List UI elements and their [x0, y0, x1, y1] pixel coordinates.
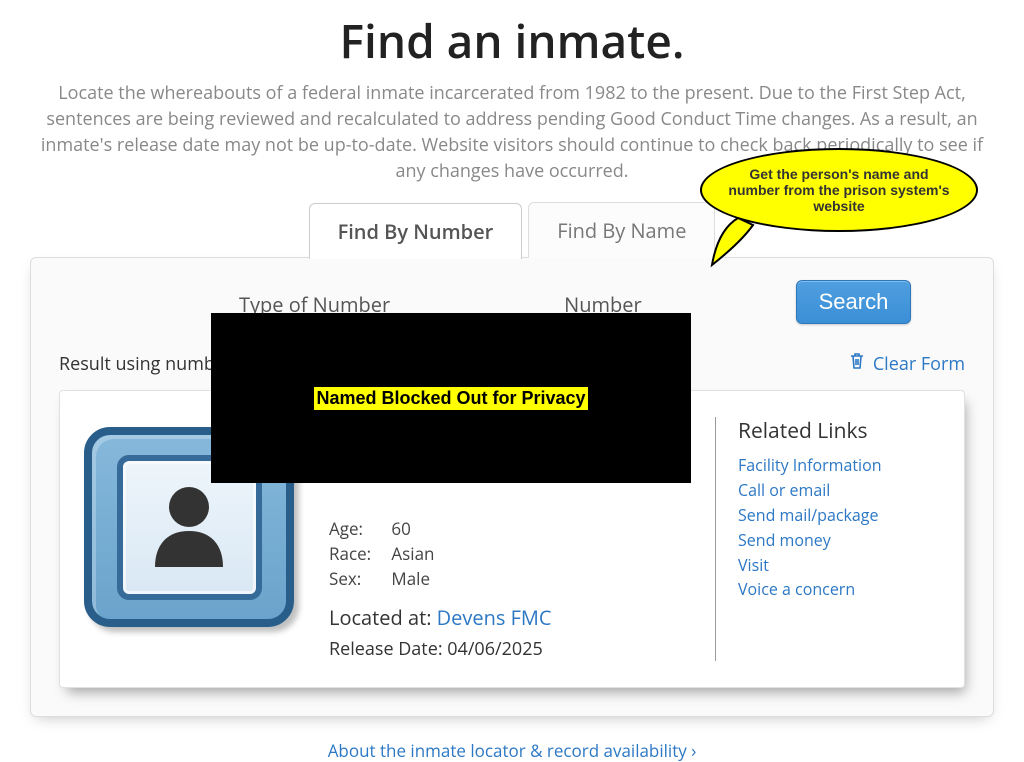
about-locator-link[interactable]: About the inmate locator & record availa…: [30, 739, 994, 762]
tab-find-by-name[interactable]: Find By Name: [528, 202, 715, 258]
sex-label: Sex:: [329, 567, 387, 590]
person-icon: [139, 475, 239, 580]
release-label: Release Date:: [329, 637, 447, 661]
related-links: Related Links Facility Information Call …: [715, 417, 940, 661]
sex-value: Male: [391, 567, 430, 590]
race-row: Race: Asian: [329, 542, 695, 565]
facility-link[interactable]: Devens FMC: [437, 604, 552, 631]
clear-form-button[interactable]: Clear Form: [849, 352, 965, 376]
race-label: Race:: [329, 542, 387, 565]
race-value: Asian: [391, 542, 434, 565]
search-button[interactable]: Search: [796, 280, 912, 324]
link-send-money[interactable]: Send money: [738, 528, 940, 553]
redaction-label: Named Blocked Out for Privacy: [314, 387, 587, 410]
redaction-overlay: Named Blocked Out for Privacy: [211, 313, 691, 483]
annotation-tail: [708, 210, 768, 275]
link-call-email[interactable]: Call or email: [738, 478, 940, 503]
link-send-mail[interactable]: Send mail/package: [738, 503, 940, 528]
trash-icon: [849, 352, 865, 376]
search-panel: Named Blocked Out for Privacy Type of Nu…: [30, 257, 994, 717]
release-value: 04/06/2025: [447, 637, 543, 661]
age-value: 60: [391, 517, 410, 540]
clear-form-label: Clear Form: [873, 352, 965, 376]
age-row: Age: 60: [329, 517, 695, 540]
result-heading: Result using number: [59, 352, 232, 376]
tab-find-by-number[interactable]: Find By Number: [309, 203, 523, 259]
age-label: Age:: [329, 517, 387, 540]
release-date: Release Date: 04/06/2025: [329, 637, 695, 661]
page-title: Find an inmate.: [30, 10, 994, 72]
sex-row: Sex: Male: [329, 567, 695, 590]
annotation-callout: Get the person's name and number from th…: [700, 148, 978, 232]
located-at: Located at: Devens FMC: [329, 604, 695, 631]
link-visit[interactable]: Visit: [738, 553, 940, 578]
link-voice-concern[interactable]: Voice a concern: [738, 577, 940, 602]
link-facility-info[interactable]: Facility Information: [738, 453, 940, 478]
located-label: Located at:: [329, 604, 437, 631]
related-links-heading: Related Links: [738, 417, 940, 445]
